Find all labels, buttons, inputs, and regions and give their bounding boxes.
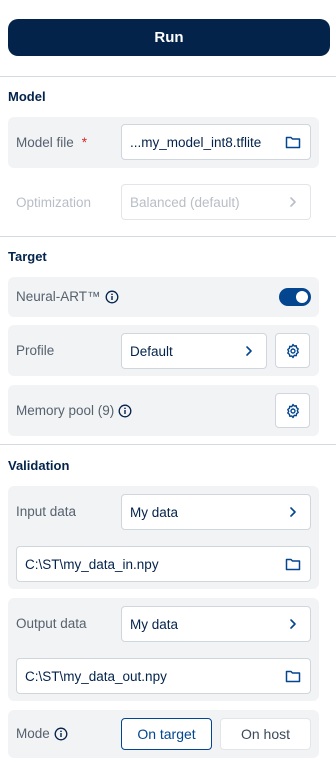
mode-label: Mode <box>16 726 68 741</box>
output-data-select[interactable]: My data <box>121 606 311 642</box>
divider <box>0 76 336 77</box>
input-data-path: C:\ST\my_data_in.npy <box>25 556 159 572</box>
model-file-row: Model file * ...my_model_int8.tflite <box>8 117 319 168</box>
section-title-validation: Validation <box>8 458 70 473</box>
profile-value: Default <box>130 343 173 359</box>
optimization-row: Optimization Balanced (default) <box>8 177 319 228</box>
optimization-value: Balanced (default) <box>130 194 240 210</box>
mode-row: Mode On target On host <box>8 710 319 758</box>
mode-label-text: Mode <box>16 726 50 741</box>
info-icon[interactable] <box>118 404 132 418</box>
toggle-knob <box>296 291 308 303</box>
input-data-select[interactable]: My data <box>121 494 311 530</box>
model-file-label: Model file * <box>16 135 87 150</box>
folder-icon[interactable] <box>284 133 302 151</box>
section-title-model: Model <box>8 89 46 104</box>
run-bar: Run <box>0 0 336 77</box>
memory-pool-settings-button[interactable] <box>275 393 310 428</box>
info-icon[interactable] <box>54 727 68 741</box>
input-data-path-field[interactable]: C:\ST\my_data_in.npy <box>16 546 311 582</box>
neural-art-row: Neural-ART™ <box>8 277 319 317</box>
chevron-right-icon <box>284 193 302 211</box>
optimization-label: Optimization <box>16 195 92 210</box>
divider <box>0 444 336 445</box>
required-mark: * <box>81 135 88 150</box>
neural-art-label: Neural-ART™ <box>16 289 119 304</box>
model-file-field[interactable]: ...my_model_int8.tflite <box>121 124 311 160</box>
output-data-path-field[interactable]: C:\ST\my_data_out.npy <box>16 658 311 694</box>
output-data-group: Output data My data C:\ST\my_data_out.np… <box>8 598 319 701</box>
neural-art-label-text: Neural-ART™ <box>16 289 101 304</box>
profile-settings-button[interactable] <box>275 333 310 368</box>
input-data-label: Input data <box>16 504 77 519</box>
chevron-right-icon <box>284 615 302 633</box>
output-data-path: C:\ST\my_data_out.npy <box>25 668 167 684</box>
run-button[interactable]: Run <box>8 19 330 56</box>
gear-icon <box>285 343 301 359</box>
model-file-value: ...my_model_int8.tflite <box>130 134 262 150</box>
input-data-value: My data <box>130 504 179 520</box>
folder-icon[interactable] <box>284 667 302 685</box>
mode-on-host-option[interactable]: On host <box>220 718 311 750</box>
divider <box>0 236 336 237</box>
input-data-group: Input data My data C:\ST\my_data_in.npy <box>8 486 319 589</box>
profile-select[interactable]: Default <box>121 333 267 369</box>
profile-row: Profile Default <box>8 325 319 376</box>
section-title-target: Target <box>8 249 47 264</box>
output-data-value: My data <box>130 616 179 632</box>
memory-pool-row: Memory pool (9) <box>8 385 319 436</box>
mode-on-target-option[interactable]: On target <box>121 718 212 750</box>
optimization-select[interactable]: Balanced (default) <box>121 184 311 220</box>
memory-pool-label-text: Memory pool (9) <box>16 403 115 418</box>
info-icon[interactable] <box>105 290 119 304</box>
chevron-right-icon <box>240 342 258 360</box>
neural-art-toggle[interactable] <box>279 288 311 306</box>
folder-icon[interactable] <box>284 555 302 573</box>
memory-pool-label: Memory pool (9) <box>16 403 132 418</box>
chevron-right-icon <box>284 503 302 521</box>
model-file-label-text: Model file <box>16 135 74 150</box>
output-data-label: Output data <box>16 616 87 631</box>
gear-icon <box>285 403 301 419</box>
profile-label: Profile <box>16 343 55 358</box>
